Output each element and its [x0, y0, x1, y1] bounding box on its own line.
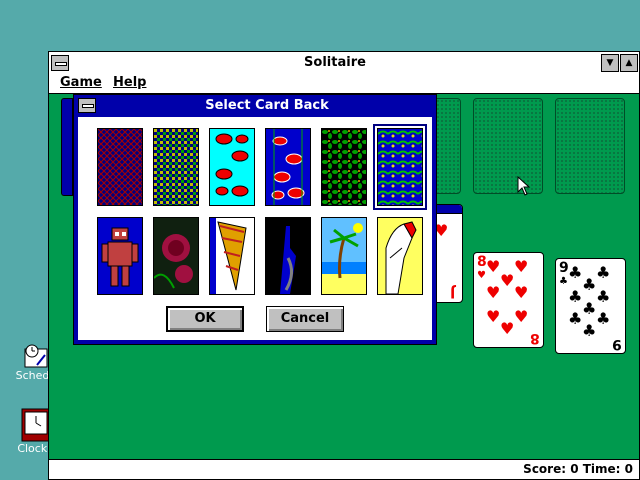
- heart-icon: ♥: [500, 319, 515, 338]
- foundation-slot[interactable]: [555, 98, 625, 194]
- foundation-slot[interactable]: [473, 98, 543, 194]
- title-bar[interactable]: Solitaire ▼ ▲: [49, 52, 639, 75]
- card-back-fish-dark[interactable]: [265, 128, 311, 206]
- card-back-fish[interactable]: [209, 128, 255, 206]
- menu-game[interactable]: Game: [60, 75, 102, 90]
- dialog-system-menu-icon[interactable]: [78, 98, 96, 113]
- score-time-text: Score: 0 Time: 0: [523, 462, 633, 476]
- ok-button[interactable]: OK: [166, 306, 244, 332]
- dialog-title-bar[interactable]: Select Card Back: [74, 95, 436, 116]
- heart-icon: ♥: [486, 307, 501, 326]
- club-icon: ♣: [568, 309, 583, 328]
- card-back-robot[interactable]: [97, 217, 143, 295]
- tableau-card[interactable]: ♥ J: [433, 204, 463, 303]
- heart-icon: ♥: [514, 307, 529, 326]
- menu-help[interactable]: Help: [113, 75, 146, 90]
- club-icon: ♣: [596, 287, 611, 306]
- dialog-title: Select Card Back: [205, 98, 329, 113]
- card-rank: 8: [530, 330, 540, 346]
- heart-icon: ♥: [514, 283, 529, 302]
- minimize-button[interactable]: ▼: [601, 54, 619, 72]
- deck-stack[interactable]: [61, 98, 73, 196]
- club-icon: ♣: [596, 309, 611, 328]
- card-back-weave[interactable]: [153, 128, 199, 206]
- card-back-roses[interactable]: [153, 217, 199, 295]
- card-back-hand[interactable]: [377, 217, 423, 295]
- schedule-icon: [23, 343, 49, 369]
- club-icon: ♣: [582, 275, 597, 294]
- card-rank: 9: [612, 336, 622, 352]
- card-back-palm-beach[interactable]: [321, 217, 367, 295]
- heart-icon: ♥: [486, 257, 501, 276]
- tableau-card-9-clubs[interactable]: 9 ♣ ♣ ♣ ♣ ♣ ♣ ♣ ♣ ♣ ♣ 9: [555, 258, 626, 354]
- cancel-button[interactable]: Cancel: [266, 306, 344, 332]
- club-icon: ♣: [568, 263, 583, 282]
- mouse-pointer-icon: [517, 175, 531, 200]
- card-back-shell[interactable]: [209, 217, 255, 295]
- menu-bar: Game Help: [49, 74, 639, 94]
- heart-icon: ♥: [486, 283, 501, 302]
- club-icon: ♣: [582, 321, 597, 340]
- card-back-leaves[interactable]: [321, 128, 367, 206]
- card-back-crosshatch[interactable]: [97, 128, 143, 206]
- club-icon: ♣: [568, 287, 583, 306]
- dialog-body: OK Cancel: [78, 117, 432, 340]
- card-rank: J: [450, 284, 456, 300]
- club-icon: ♣: [559, 276, 568, 287]
- clock-icon: [21, 408, 51, 442]
- select-card-back-dialog: Select Card Back OK Cancel: [73, 94, 437, 345]
- club-icon: ♣: [596, 263, 611, 282]
- system-menu-icon[interactable]: [51, 55, 69, 71]
- club-icon: ♣: [582, 299, 597, 318]
- heart-icon: ♥: [514, 257, 529, 276]
- status-bar: Score: 0 Time: 0: [49, 459, 639, 479]
- tableau-card-8-hearts[interactable]: 8 ♥ ♥ ♥ ♥ ♥ ♥ ♥ ♥ ♥ 8: [473, 252, 544, 348]
- card-back-castle[interactable]: [265, 217, 311, 295]
- card-back-vines[interactable]: [373, 124, 427, 210]
- heart-icon: ♥: [477, 270, 486, 281]
- window-title: Solitaire: [304, 55, 366, 70]
- heart-icon: ♥: [500, 271, 515, 290]
- maximize-button[interactable]: ▲: [620, 54, 638, 72]
